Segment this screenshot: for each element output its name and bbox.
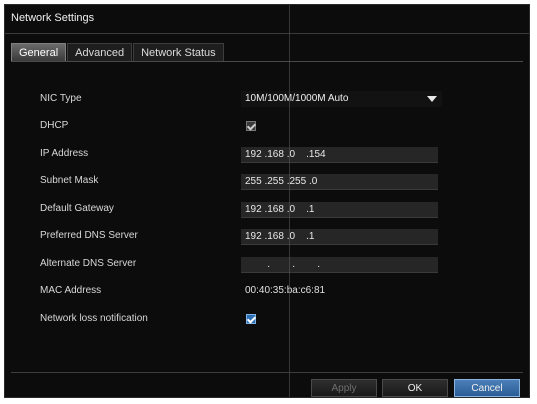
subnet-mask-field[interactable]: 255 .255 .255 .0 [241,174,438,190]
network-loss-label: Network loss notification [40,313,148,324]
ip-address-field[interactable]: 192 .168 .0 .154 [241,147,438,163]
checkmark-icon [246,121,257,131]
button-bar: Apply OK Cancel [5,379,529,397]
apply-button[interactable]: Apply [311,379,377,397]
alternate-dns-label: Alternate DNS Server [40,258,137,269]
ok-button[interactable]: OK [382,379,448,397]
cancel-button[interactable]: Cancel [454,379,520,397]
dhcp-row: DHCP [5,116,529,138]
tab-general[interactable]: General [11,43,67,61]
default-gateway-row: Default Gateway 192 .168 .0 .1 [5,199,529,221]
network-loss-row: Network loss notification [5,309,529,331]
checkmark-icon [246,314,257,324]
preferred-dns-label: Preferred DNS Server [40,230,138,241]
preferred-dns-field[interactable]: 192 .168 .0 .1 [241,229,438,245]
tab-network-status[interactable]: Network Status [133,43,224,61]
subnet-mask-label: Subnet Mask [40,175,99,186]
default-gateway-label: Default Gateway [40,203,114,214]
mac-address-value: 00:40:35:ba:c6:81 [245,285,326,296]
nic-type-select[interactable]: 10M/100M/1000M Auto [241,91,442,107]
default-gateway-field[interactable]: 192 .168 .0 .1 [241,202,438,218]
subnet-mask-row: Subnet Mask 255 .255 .255 .0 [5,171,529,193]
ip-address-label: IP Address [40,148,89,159]
nic-type-row: NIC Type 10M/100M/1000M Auto [5,89,529,111]
title-divider [5,33,529,34]
dhcp-checkbox[interactable] [246,121,257,131]
vertical-guide-line [289,5,290,397]
nic-type-label: NIC Type [40,93,82,104]
mac-address-label: MAC Address [40,285,102,296]
tab-advanced[interactable]: Advanced [67,43,133,61]
window-title: Network Settings [11,12,95,24]
footer-divider [11,372,523,373]
preferred-dns-row: Preferred DNS Server 192 .168 .0 .1 [5,226,529,248]
dhcp-label: DHCP [40,120,69,131]
mac-address-row: MAC Address 00:40:35:ba:c6:81 [5,281,529,303]
alternate-dns-field[interactable]: . . . [241,257,438,273]
alternate-dns-row: Alternate DNS Server . . . [5,254,529,276]
tab-divider [11,61,523,62]
network-loss-checkbox[interactable] [246,314,257,324]
chevron-down-icon[interactable] [427,96,437,102]
nic-type-value: 10M/100M/1000M Auto [245,93,349,104]
ip-address-row: IP Address 192 .168 .0 .154 [5,144,529,166]
tab-bar: General Advanced Network Status [11,43,225,61]
network-settings-window: Network Settings General Advanced Networ… [4,4,530,398]
